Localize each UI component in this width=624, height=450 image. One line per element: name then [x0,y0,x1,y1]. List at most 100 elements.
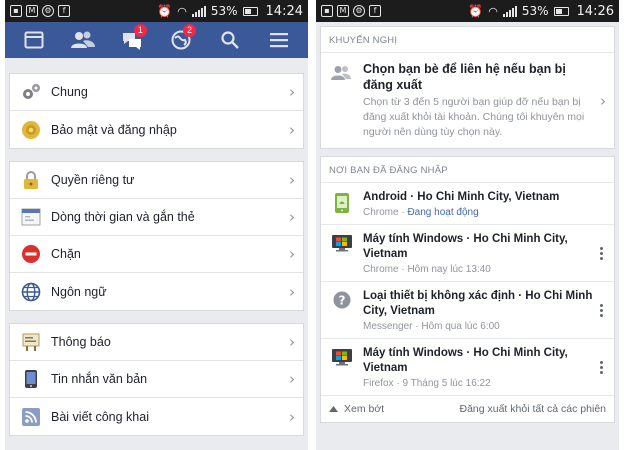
lock-icon [20,169,42,191]
tab-news-feed[interactable] [18,24,50,56]
setting-timeline-tagging[interactable]: Dòng thời gian và gắn thẻ › [10,199,303,236]
tab-friends[interactable] [67,24,99,56]
session-title: Loại thiết bị không xác định · Ho Chi Mi… [363,290,593,317]
tab-notifications[interactable]: 2 [165,24,197,56]
session-title: Máy tính Windows · Ho Chi Minh City, Vie… [363,347,568,374]
notifications-badge: 2 [183,24,197,37]
active-status: Đang hoạt động [407,207,479,218]
globe-icon [20,281,42,303]
logged-in-header: NƠI BẠN ĐÃ ĐĂNG NHẬP [321,157,614,183]
session-meta: Messenger · Hôm qua lúc 6:00 [363,321,500,332]
battery-icon [553,6,569,16]
logout-all-sessions-link[interactable]: Đăng xuất khỏi tất cả các phiên [459,403,606,415]
setting-label: Chặn [51,247,81,261]
signal-icon [191,5,206,17]
timeline-icon [20,206,42,228]
tab-search[interactable] [214,24,246,56]
settings-group-general: Chung › Bảo mật và đăng nhập › [9,73,304,149]
see-less-button[interactable]: Xem bớt [329,403,384,415]
gmail-icon: M [337,5,349,17]
android-phone-icon [331,190,353,214]
session-client: Chrome · [363,207,408,218]
rss-icon [20,406,42,428]
clock: 14:26 [576,3,614,19]
session-title: Android · Ho Chi Minh City, Vietnam [363,191,560,203]
battery-percent: 53% [210,4,238,18]
clock: 14:24 [265,3,303,19]
security-badge-icon [20,119,42,141]
setting-label: Chung [51,85,88,99]
session-title: Máy tính Windows · Ho Chi Minh City, Vie… [363,233,568,260]
setting-privacy[interactable]: Quyền riêng tư › [10,162,303,199]
news-feed-icon [24,31,44,49]
setting-general[interactable]: Chung › [10,74,303,111]
signal-icon [502,5,517,17]
setting-label: Ngôn ngữ [51,284,107,299]
status-bar: ▪ M ⚙ f ⏰ ◠ 53% 14:24 [5,0,308,22]
setting-label: Thông báo [51,335,111,349]
session-item[interactable]: Android · Ho Chi Minh City, Vietnam Chro… [321,183,614,225]
unknown-device-icon: ? [331,289,353,309]
suggestion-description: Chọn từ 3 đến 5 người bạn giúp đỡ nếu bạ… [363,96,585,138]
battery-icon [242,6,258,16]
setting-notifications[interactable]: Thông báo › [10,324,303,361]
settings-group-notifications: Thông báo › Tin nhắn văn bản › Bài viết … [9,323,304,436]
gmail-icon: M [26,5,38,17]
wifi-icon: ◠ [488,4,498,18]
setting-blocking[interactable]: Chặn › [10,236,303,273]
chevron-right-icon: › [289,245,295,263]
session-meta: Chrome · Đang hoạt động [363,207,608,218]
session-meta: Chrome · Hôm nay lúc 13:40 [363,264,491,275]
block-icon [20,243,42,265]
settings-group-privacy: Quyền riêng tư › Dòng thời gian và gắn t… [9,161,304,311]
facebook-notification-icon: f [58,5,70,17]
sessions-footer: Xem bớt Đăng xuất khỏi tất cả các phiên [321,396,614,422]
setting-label: Dòng thời gian và gắn thẻ [51,210,195,224]
security-login-screen: ▪ M ⚙ f ⏰ ◠ 53% 14:26 KHUYẾN NGHỊ Chọn b… [316,0,619,450]
phone-icon [20,368,42,390]
messages-badge: 1 [133,24,147,37]
menu-icon [270,33,289,48]
session-item[interactable]: ? Loại thiết bị không xác định · Ho Chi … [321,282,614,339]
friends-icon [331,61,353,85]
more-options-icon[interactable] [594,247,608,260]
facebook-tab-bar: 1 2 [5,22,308,58]
chevron-right-icon: › [289,171,295,189]
setting-label: Quyền riêng tư [51,173,135,187]
settings-screen: ▪ M ⚙ f ⏰ ◠ 53% 14:24 1 2 Chung › Bảo mậ… [5,0,308,450]
windows-computer-icon [331,232,353,252]
chevron-right-icon: › [289,120,295,139]
setting-text-messages[interactable]: Tin nhắn văn bản › [10,361,303,398]
caret-up-icon [329,406,338,412]
setting-security-login[interactable]: Bảo mật và đăng nhập › [10,111,303,148]
settings-notification-icon: ⚙ [353,5,365,17]
tab-messages[interactable]: 1 [116,24,148,56]
notification-image-icon: ▪ [321,5,333,17]
setting-language[interactable]: Ngôn ngữ › [10,273,303,310]
more-options-icon[interactable] [594,361,608,374]
search-icon [221,31,240,49]
status-bar: ▪ M ⚙ f ⏰ ◠ 53% 14:26 [316,0,619,22]
logged-in-card: NƠI BẠN ĐÃ ĐĂNG NHẬP Android · Ho Chi Mi… [320,156,615,423]
setting-label: Bảo mật và đăng nhập [51,122,177,137]
suggestion-title: Chọn bạn bè để liên hệ nếu bạn bị đăng x… [363,62,566,92]
setting-public-posts[interactable]: Bài viết công khai › [10,398,303,435]
setting-label: Tin nhắn văn bản [51,372,148,386]
facebook-notification-icon: f [369,5,381,17]
notice-board-icon [20,331,42,353]
svg-text:?: ? [339,294,346,308]
gears-icon [20,81,42,103]
battery-percent: 53% [521,4,549,18]
session-item[interactable]: Máy tính Windows · Ho Chi Minh City, Vie… [321,225,614,282]
chevron-right-icon: › [600,91,606,110]
trusted-contacts-suggestion[interactable]: Chọn bạn bè để liên hệ nếu bạn bị đăng x… [321,53,614,148]
alarm-icon: ⏰ [468,4,484,18]
see-less-label: Xem bớt [344,403,385,415]
more-options-icon[interactable] [594,304,608,317]
friends-icon [70,31,95,48]
session-item[interactable]: Máy tính Windows · Ho Chi Minh City, Vie… [321,339,614,396]
settings-notification-icon: ⚙ [42,5,54,17]
alarm-icon: ⏰ [157,4,173,18]
tab-menu[interactable] [263,24,295,56]
chevron-right-icon: › [289,370,295,388]
